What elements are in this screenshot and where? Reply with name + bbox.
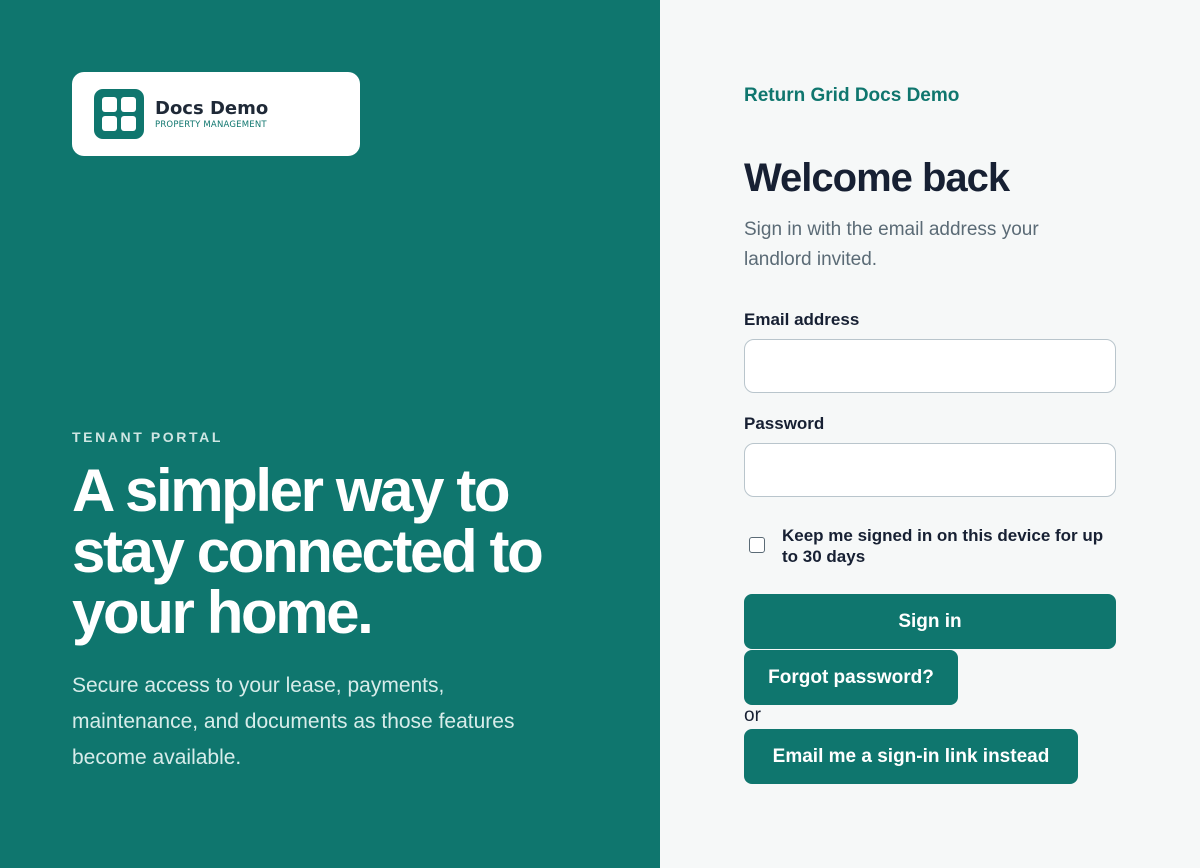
remember-me-label[interactable]: Keep me signed in on this device for up … (782, 525, 1122, 567)
sign-in-button[interactable]: Sign in (744, 594, 1116, 649)
email-field[interactable] (744, 339, 1116, 393)
logo-card: Docs Demo PROPERTY MANAGEMENT (72, 72, 360, 156)
or-separator: or (744, 705, 761, 726)
brand-name: Docs Demo (155, 97, 269, 119)
remember-me-checkbox[interactable] (749, 537, 765, 553)
password-field[interactable] (744, 443, 1116, 497)
page-title: Welcome back (744, 156, 1010, 200)
magic-link-button[interactable]: Email me a sign-in link instead (744, 729, 1078, 784)
email-label: Email address (744, 310, 860, 329)
sign-in-panel: Return Grid Docs Demo Welcome back Sign … (660, 0, 1200, 868)
logo-text: Docs Demo PROPERTY MANAGEMENT (155, 98, 268, 131)
page-subtitle: Sign in with the email address your land… (744, 219, 1039, 270)
return-link[interactable]: Return Grid Docs Demo (744, 85, 959, 107)
brand-panel: Docs Demo PROPERTY MANAGEMENT TENANT POR… (0, 0, 660, 868)
grid-logo-icon (94, 89, 144, 139)
hero-headline: A simpler way to stay connected to your … (72, 457, 544, 646)
forgot-password-button[interactable]: Forgot password? (744, 650, 958, 705)
password-label: Password (744, 414, 825, 433)
hero-description: Secure access to your lease, payments, m… (72, 674, 515, 769)
brand-tagline: PROPERTY MANAGEMENT (155, 119, 267, 130)
hero-eyebrow: TENANT PORTAL (72, 429, 223, 445)
